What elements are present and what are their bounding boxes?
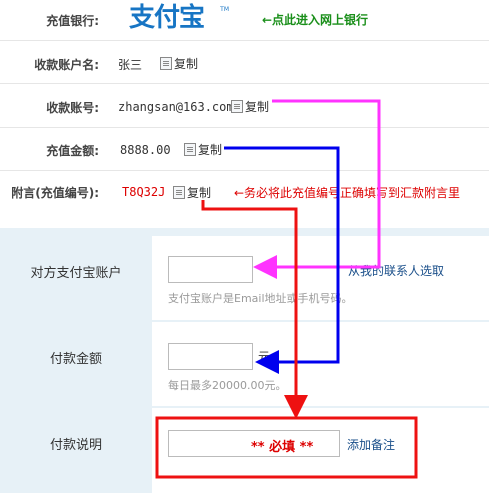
alipay-logo[interactable]: 支付宝 TM [129,2,229,34]
alipay-logo-text: 支付宝 [129,3,205,33]
enter-bank-note: ←点此进入网上银行 [262,13,369,27]
select-contact-link[interactable]: 从我的联系人选取 [348,262,444,279]
amount-value: 8888.00 [120,143,171,157]
copy-amount-button[interactable]: 复制 [184,141,222,158]
payment-memo-input[interactable]: ** 必填 ** [168,430,340,457]
payment-form: 对方支付宝账户 从我的联系人选取 支付宝账户是Email地址或手机号码。 付款金… [0,228,489,493]
payment-amount-input[interactable] [168,343,253,370]
copy-label: 复制 [187,186,212,200]
payee-name-label: 收款账户名: [34,58,99,72]
copy-icon [160,57,172,70]
copy-icon [173,186,185,199]
amount-unit: 元 [258,350,271,364]
payee-account-label: 收款账号: [46,101,99,115]
alipay-account-input[interactable] [168,256,253,283]
memo-row: 附言(充值编号): T8Q32J 复制 ←务必将此充值编号正确填写到汇款附言里 [0,171,489,211]
copy-name-button[interactable]: 复制 [160,55,198,72]
copy-icon [184,143,196,156]
form-memo-label: 付款说明 [49,438,102,453]
amount-row: 充值金额: 8888.00 复制 [0,128,489,171]
trademark-icon: TM [220,6,229,13]
form-amount-label: 付款金额 [49,352,102,367]
form-account-label: 对方支付宝账户 [30,266,122,281]
memo-warning-note: ←务必将此充值编号正确填写到汇款附言里 [234,186,461,200]
payee-name-value: 张三 [118,58,143,72]
payee-account-row: 收款账号: zhangsan@163.com 复制 [0,84,489,128]
payee-account-value: zhangsan@163.com [118,100,234,114]
amount-hint: 每日最多20000.00元。 [168,379,287,392]
required-marker: ** 必填 ** [251,440,314,455]
payee-name-row: 收款账户名: 张三 复制 [0,41,489,84]
add-note-link[interactable]: 添加备注 [347,436,395,453]
bank-row: 充值银行: 支付宝 TM ←点此进入网上银行 [0,0,489,41]
amount-label: 充值金额: [46,144,99,158]
memo-value: T8Q32J [122,185,166,199]
copy-label: 复制 [198,143,223,157]
memo-label: 附言(充值编号): [11,186,99,200]
account-hint: 支付宝账户是Email地址或手机号码。 [168,292,353,305]
copy-account-button[interactable]: 复制 [231,98,269,115]
copy-memo-button[interactable]: 复制 [173,184,211,201]
copy-icon [231,100,243,113]
copy-label: 复制 [174,57,199,71]
bank-label: 充值银行: [46,14,99,28]
copy-label: 复制 [245,100,270,114]
